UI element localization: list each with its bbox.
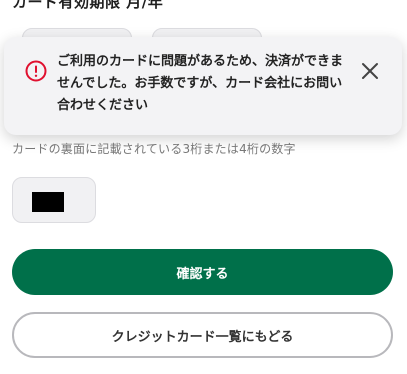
close-icon[interactable] xyxy=(356,57,384,85)
cvv-input[interactable] xyxy=(12,177,96,223)
confirm-button[interactable]: 確認する xyxy=(12,249,393,295)
expiry-label: カード有効期限 月/年 xyxy=(12,0,164,11)
cvv-label: カードの裏面に記載されている3桁または4桁の数字 xyxy=(12,142,296,156)
error-message: ご利用のカードに問題があるため、決済ができませんでした。お手数ですが、カード会社… xyxy=(57,54,344,113)
error-circle-icon xyxy=(24,59,48,83)
back-to-card-list-button[interactable]: クレジットカード一覧にもどる xyxy=(12,312,393,358)
payment-form: カード有効期限 月/年 ご利用のカードに問題があるため、決済ができませんでした。… xyxy=(0,0,407,374)
error-toast: ご利用のカードに問題があるため、決済ができませんでした。お手数ですが、カード会社… xyxy=(4,37,402,135)
cvv-redacted-value xyxy=(32,192,64,212)
